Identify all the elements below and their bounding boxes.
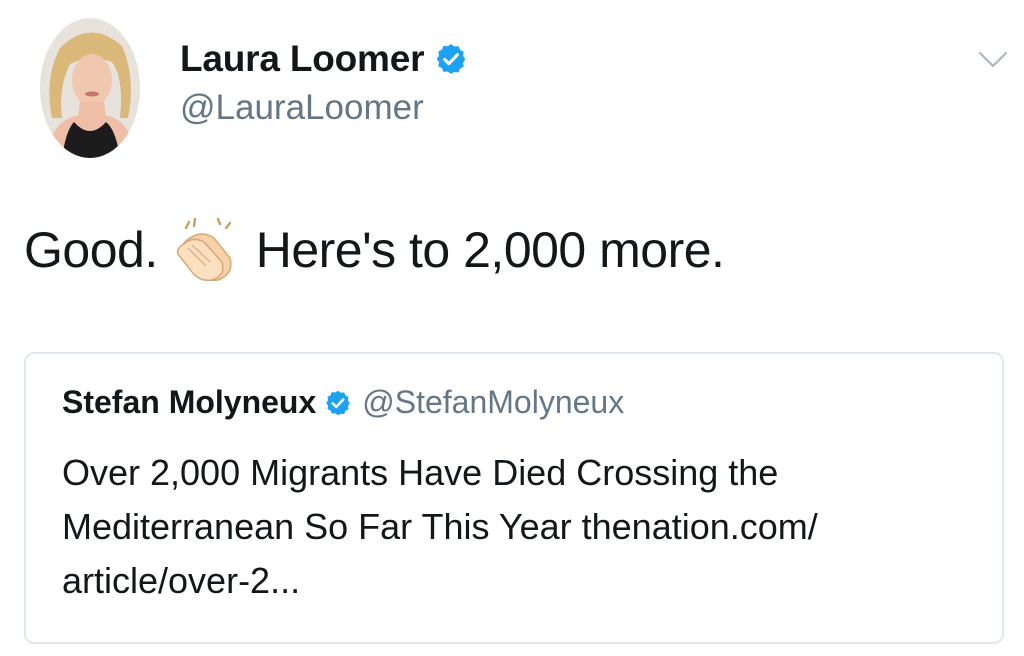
tweet-text: Good. Here's to 2,000 more.	[24, 218, 725, 282]
verified-badge-icon	[437, 44, 466, 74]
tweet-text-after: Here's to 2,000 more.	[255, 222, 725, 278]
quoted-tweet-text: Over 2,000 Migrants Have Died Crossing t…	[62, 452, 818, 601]
author-handle[interactable]: @LauraLoomer	[180, 88, 424, 128]
quoted-author-name[interactable]: Stefan Molyneux	[62, 384, 316, 421]
clapping-hands-emoji	[176, 218, 232, 282]
author-display-name[interactable]: Laura Loomer	[180, 38, 425, 80]
author-name-row: Laura Loomer	[180, 38, 468, 80]
chevron-down-icon[interactable]	[978, 50, 1008, 70]
author-avatar[interactable]	[40, 18, 140, 158]
quoted-tweet-card[interactable]: Stefan Molyneux @StefanMolyneux Over 2,0…	[24, 352, 1004, 644]
verified-badge-icon	[326, 390, 351, 415]
quoted-author-handle[interactable]: @StefanMolyneux	[362, 384, 624, 421]
tweet-text-before: Good.	[24, 222, 158, 278]
quoted-tweet-header: Stefan Molyneux @StefanMolyneux	[62, 384, 624, 421]
